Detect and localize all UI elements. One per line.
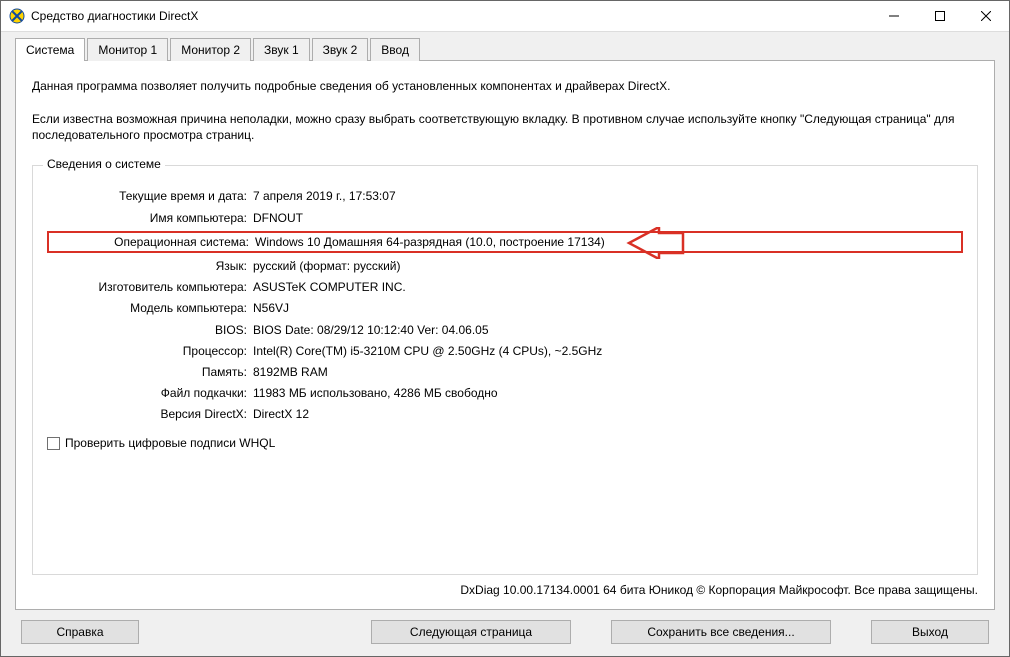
row-language: Язык: русский (формат: русский) <box>47 258 963 274</box>
row-os: Операционная система: Windows 10 Домашня… <box>47 231 963 253</box>
row-value: 11983 МБ использовано, 4286 МБ свободно <box>253 385 498 401</box>
row-value: Windows 10 Домашняя 64-разрядная (10.0, … <box>255 234 605 250</box>
row-manufacturer: Изготовитель компьютера: ASUSTeK COMPUTE… <box>47 279 963 295</box>
exit-button[interactable]: Выход <box>871 620 989 644</box>
row-datetime: Текущие время и дата: 7 апреля 2019 г., … <box>47 188 963 204</box>
intro-text-2: Если известна возможная причина неполадк… <box>32 111 978 143</box>
whql-checkbox[interactable] <box>47 437 60 450</box>
row-value: DFNOUT <box>253 210 303 226</box>
minimize-button[interactable] <box>871 1 917 31</box>
row-processor: Процессор: Intel(R) Core(TM) i5-3210M CP… <box>47 343 963 359</box>
row-directx-version: Версия DirectX: DirectX 12 <box>47 406 963 422</box>
tab-input[interactable]: Ввод <box>370 38 420 61</box>
row-value: 8192MB RAM <box>253 364 328 380</box>
whql-checkbox-label: Проверить цифровые подписи WHQL <box>65 436 275 450</box>
row-label: Текущие время и дата: <box>47 188 253 204</box>
system-info-group: Сведения о системе Текущие время и дата:… <box>32 165 978 575</box>
tab-sound-1[interactable]: Звук 1 <box>253 38 310 61</box>
row-bios: BIOS: BIOS Date: 08/29/12 10:12:40 Ver: … <box>47 322 963 338</box>
tab-strip: Система Монитор 1 Монитор 2 Звук 1 Звук … <box>15 38 995 61</box>
help-button[interactable]: Справка <box>21 620 139 644</box>
row-value: русский (формат: русский) <box>253 258 401 274</box>
row-memory: Память: 8192MB RAM <box>47 364 963 380</box>
window-title: Средство диагностики DirectX <box>31 9 871 23</box>
next-page-button[interactable]: Следующая страница <box>371 620 571 644</box>
row-label: Память: <box>47 364 253 380</box>
row-label: BIOS: <box>47 322 253 338</box>
button-bar: Справка Следующая страница Сохранить все… <box>15 610 995 644</box>
tab-page-system: Данная программа позволяет получить подр… <box>15 60 995 610</box>
row-value: 7 апреля 2019 г., 17:53:07 <box>253 188 396 204</box>
row-value: N56VJ <box>253 300 289 316</box>
tab-system[interactable]: Система <box>15 38 85 61</box>
whql-checkbox-row: Проверить цифровые подписи WHQL <box>47 436 963 450</box>
spacer <box>179 620 331 644</box>
tab-display-1[interactable]: Монитор 1 <box>87 38 168 61</box>
row-label: Файл подкачки: <box>47 385 253 401</box>
titlebar: Средство диагностики DirectX <box>1 1 1009 32</box>
row-label: Процессор: <box>47 343 253 359</box>
row-label: Версия DirectX: <box>47 406 253 422</box>
dxdiag-window: Средство диагностики DirectX Система Мон… <box>0 0 1010 657</box>
client-area: Система Монитор 1 Монитор 2 Звук 1 Звук … <box>1 32 1009 656</box>
row-pagefile: Файл подкачки: 11983 МБ использовано, 42… <box>47 385 963 401</box>
tab-sound-2[interactable]: Звук 2 <box>312 38 369 61</box>
row-label: Язык: <box>47 258 253 274</box>
row-label: Имя компьютера: <box>47 210 253 226</box>
row-value: ASUSTeK COMPUTER INC. <box>253 279 406 295</box>
intro-text-1: Данная программа позволяет получить подр… <box>32 79 978 93</box>
row-label: Модель компьютера: <box>47 300 253 316</box>
system-rows: Текущие время и дата: 7 апреля 2019 г., … <box>47 186 963 422</box>
close-button[interactable] <box>963 1 1009 31</box>
row-value: DirectX 12 <box>253 406 309 422</box>
groupbox-legend: Сведения о системе <box>43 157 165 171</box>
footer-copyright: DxDiag 10.00.17134.0001 64 бита Юникод ©… <box>32 583 978 597</box>
row-computer-name: Имя компьютера: DFNOUT <box>47 210 963 226</box>
save-all-button[interactable]: Сохранить все сведения... <box>611 620 831 644</box>
row-value: BIOS Date: 08/29/12 10:12:40 Ver: 04.06.… <box>253 322 489 338</box>
row-value: Intel(R) Core(TM) i5-3210M CPU @ 2.50GHz… <box>253 343 602 359</box>
row-label: Операционная система: <box>49 234 255 250</box>
dxdiag-app-icon <box>9 8 25 24</box>
maximize-button[interactable] <box>917 1 963 31</box>
tab-display-2[interactable]: Монитор 2 <box>170 38 251 61</box>
row-model: Модель компьютера: N56VJ <box>47 300 963 316</box>
row-label: Изготовитель компьютера: <box>47 279 253 295</box>
